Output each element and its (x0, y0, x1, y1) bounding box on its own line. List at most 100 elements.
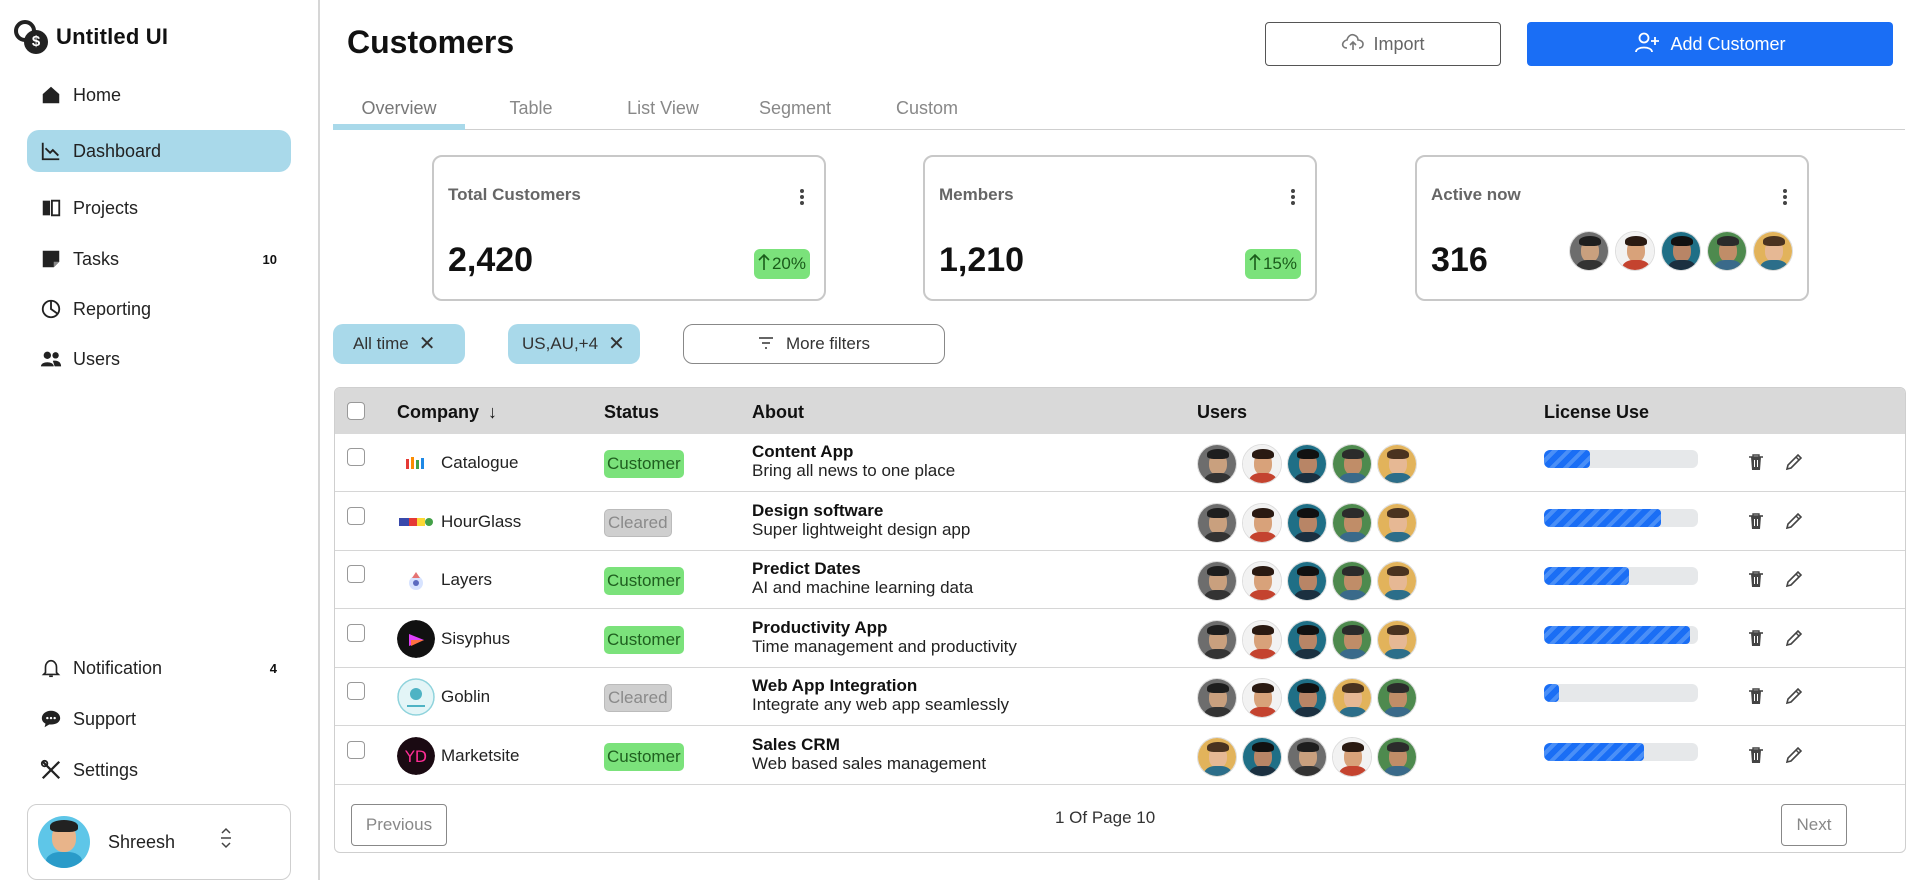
more-filters-button[interactable]: More filters (683, 324, 945, 364)
table-row[interactable]: YD Marketsite Customer Sales CRM Web based s… (335, 727, 1905, 785)
import-button[interactable]: Import (1265, 22, 1501, 66)
avatar (1242, 736, 1282, 777)
company-cell: Goblin (397, 678, 490, 716)
tab-overview[interactable]: Overview (333, 86, 465, 130)
avatar (1707, 231, 1747, 271)
row-checkbox[interactable] (347, 740, 365, 759)
license-use-bar (1544, 684, 1698, 702)
user-avatars (1197, 678, 1417, 718)
edit-pencil-icon[interactable] (1782, 509, 1806, 533)
tab-table[interactable]: Table (465, 86, 597, 130)
sidebar-item-users[interactable]: Users (27, 338, 291, 380)
license-use-bar (1544, 625, 1698, 644)
trash-icon[interactable] (1744, 684, 1768, 708)
row-checkbox[interactable] (347, 448, 365, 466)
add-user-icon (1634, 31, 1660, 58)
avatar (1332, 619, 1372, 660)
table-row[interactable]: Sisyphus Customer Productivity App Time man… (335, 610, 1905, 668)
about-cell: Sales CRM Web based sales management (752, 735, 986, 773)
tab-list-view[interactable]: List View (597, 86, 729, 130)
trend-badge: 15% (1244, 249, 1301, 279)
tab-segment[interactable]: Segment (729, 86, 861, 130)
avatar (1661, 231, 1701, 271)
company-cell: YD Marketsite (397, 736, 519, 775)
row-checkbox[interactable] (347, 623, 365, 642)
sidebar-item-support[interactable]: Support (27, 698, 291, 740)
avatar (1377, 561, 1417, 601)
previous-button[interactable]: Previous (351, 804, 447, 846)
sidebar-item-projects[interactable]: Projects (27, 187, 291, 229)
edit-pencil-icon[interactable] (1782, 626, 1806, 650)
stat-label: Total Customers (448, 185, 581, 204)
license-use-fill (1544, 684, 1560, 702)
stat-value: 1,210 (939, 241, 1025, 279)
sidebar-item-label: Tasks (73, 248, 120, 269)
user-profile-card[interactable]: Shreesh (27, 804, 291, 880)
about-title: Sales CRM (752, 734, 840, 754)
edit-pencil-icon[interactable] (1782, 743, 1806, 767)
table-row[interactable]: Layers Customer Predict Dates AI and machin… (335, 551, 1905, 609)
sidebar-item-label: Dashboard (73, 140, 162, 161)
filter-chip-regions[interactable]: US,AU,+4 ✕ (508, 324, 640, 364)
customers-table: Company ↓ Status About Users License Use… (334, 387, 1906, 853)
table-row[interactable]: HourGlass Cleared Design software Super lig… (335, 493, 1905, 551)
tab-custom[interactable]: Custom (861, 86, 993, 130)
user-avatars (1197, 619, 1417, 660)
about-description: Super lightweight design app (752, 519, 971, 539)
user-avatars (1197, 444, 1417, 484)
svg-text:YD: YD (404, 747, 427, 766)
edit-pencil-icon[interactable] (1782, 450, 1806, 474)
trash-icon[interactable] (1744, 567, 1768, 591)
avatar (1242, 619, 1282, 660)
avatar (1332, 444, 1372, 484)
trash-icon[interactable] (1744, 743, 1768, 767)
trash-icon[interactable] (1744, 509, 1768, 533)
row-checkbox[interactable] (347, 682, 365, 700)
edit-pencil-icon[interactable] (1782, 684, 1806, 708)
select-all-checkbox[interactable] (347, 402, 365, 420)
sidebar-item-home[interactable]: Home (27, 74, 291, 116)
brand[interactable]: $ Untitled UI (14, 20, 168, 54)
row-checkbox[interactable] (347, 565, 365, 583)
pie-chart-icon (39, 297, 63, 321)
more-filters-label: More filters (785, 334, 871, 353)
expand-collapse-icon[interactable] (218, 827, 234, 854)
more-vertical-icon[interactable] (1291, 189, 1295, 205)
license-use-bar (1544, 508, 1698, 527)
user-name: Shreesh (108, 831, 176, 852)
status-badge: Customer (604, 450, 684, 478)
sidebar-item-dashboard[interactable]: Dashboard (27, 130, 291, 172)
status-badge: Customer (604, 625, 684, 654)
sidebar-item-reporting[interactable]: Reporting (27, 288, 291, 330)
stat-label: Members (939, 185, 1014, 204)
about-title: Predict Dates (752, 559, 861, 578)
more-vertical-icon[interactable] (800, 189, 804, 205)
trash-icon[interactable] (1744, 626, 1768, 650)
edit-pencil-icon[interactable] (1782, 567, 1806, 591)
table-row[interactable]: Goblin Cleared Web App Integration Integrat… (335, 668, 1905, 726)
filter-chip-all-time[interactable]: All time ✕ (333, 324, 465, 364)
table-row[interactable]: Catalogue Customer Content App Bring all ne… (335, 434, 1905, 492)
sidebar-item-label: Projects (73, 197, 139, 218)
next-button[interactable]: Next (1781, 804, 1847, 846)
sidebar-item-settings[interactable]: Settings (27, 749, 291, 791)
sidebar-item-tasks[interactable]: Tasks 10 (27, 238, 291, 280)
about-title: Content App (752, 442, 854, 461)
trend-value: 20% (771, 254, 806, 273)
column-header-users: Users (1197, 402, 1248, 422)
avatar (1197, 678, 1237, 718)
close-icon[interactable]: ✕ (608, 334, 625, 354)
trash-icon[interactable] (1744, 450, 1768, 474)
sidebar-item-notification[interactable]: Notification 4 (27, 647, 291, 689)
company-name: Sisyphus (441, 628, 510, 648)
sort-arrow-icon[interactable]: ↓ (488, 402, 497, 422)
license-use-fill (1544, 625, 1691, 644)
row-checkbox[interactable] (347, 506, 365, 525)
more-vertical-icon[interactable] (1783, 189, 1787, 205)
column-header-company[interactable]: Company ↓ (397, 402, 497, 423)
sidebar-item-label: Reporting (73, 298, 152, 319)
close-icon[interactable]: ✕ (419, 334, 436, 354)
about-cell: Productivity App Time management and prod… (752, 618, 1017, 656)
add-customer-button[interactable]: Add Customer (1527, 22, 1893, 66)
hourglass-logo-icon (397, 503, 435, 541)
